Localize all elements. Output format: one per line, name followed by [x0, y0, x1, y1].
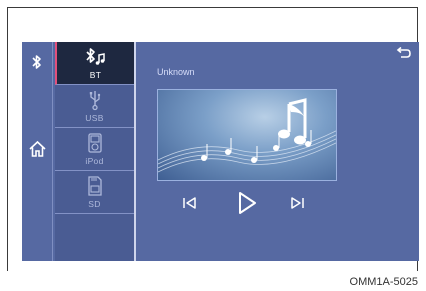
- source-bt[interactable]: BT: [55, 42, 134, 85]
- source-sd[interactable]: SD: [55, 171, 134, 214]
- source-label-ipod: iPod: [85, 156, 104, 166]
- infotainment-screen: BT USB iPod SD Unknown: [22, 42, 419, 261]
- player-panel: Unknown: [136, 42, 419, 261]
- ipod-icon: [55, 132, 134, 154]
- back-arrow-icon[interactable]: [395, 46, 411, 64]
- bluetooth-icon[interactable]: [31, 54, 43, 74]
- track-title: Unknown: [157, 67, 195, 77]
- home-icon[interactable]: [28, 140, 47, 163]
- source-ipod[interactable]: iPod: [55, 128, 134, 171]
- source-label-usb: USB: [85, 113, 104, 123]
- bluetooth-music-icon: [57, 46, 134, 68]
- sd-card-icon: [55, 175, 134, 197]
- album-art: [157, 89, 337, 181]
- source-empty-slot: [55, 214, 134, 257]
- source-label-sd: SD: [88, 199, 101, 209]
- left-sidebar: [22, 42, 53, 261]
- next-track-icon[interactable]: [288, 194, 306, 217]
- usb-icon: [55, 89, 134, 111]
- source-usb[interactable]: USB: [55, 85, 134, 128]
- figure-code: OMM1A-5025: [349, 276, 418, 288]
- play-icon[interactable]: [236, 190, 258, 221]
- source-list: BT USB iPod SD: [55, 42, 134, 261]
- source-label-bt: BT: [89, 70, 102, 80]
- previous-track-icon[interactable]: [181, 194, 199, 217]
